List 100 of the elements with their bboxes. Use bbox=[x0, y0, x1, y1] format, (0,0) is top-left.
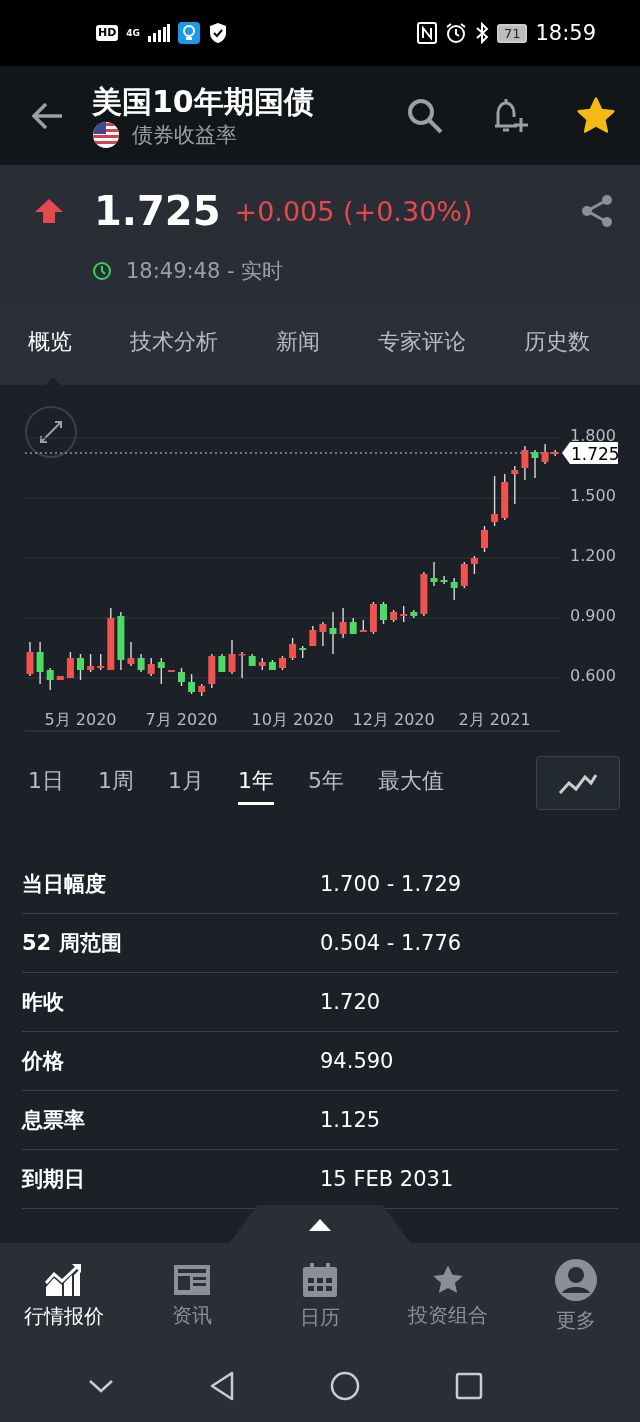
candle bbox=[26, 641, 34, 677]
candle bbox=[258, 657, 266, 671]
candle bbox=[450, 577, 458, 601]
candle bbox=[400, 605, 408, 623]
candle bbox=[248, 653, 256, 667]
expand-icon[interactable] bbox=[25, 406, 77, 458]
axis-label: 1.500 bbox=[570, 486, 616, 505]
candle bbox=[309, 625, 317, 647]
period-tab[interactable]: 1日 bbox=[28, 760, 64, 805]
hd-badge: HD bbox=[96, 25, 119, 41]
tab[interactable]: 概览 bbox=[28, 298, 72, 385]
quote-time: 18:49:48 - 实时 bbox=[126, 258, 284, 285]
candle bbox=[369, 601, 377, 635]
period-tab[interactable]: 1年 bbox=[238, 760, 274, 805]
candle bbox=[359, 619, 367, 633]
instrument-title: 美国10年期国债 bbox=[92, 82, 315, 121]
candle bbox=[430, 561, 438, 587]
stat-label: 到期日 bbox=[22, 1166, 86, 1193]
period-tab[interactable]: 1周 bbox=[98, 760, 134, 805]
axis-label: 7月 2020 bbox=[145, 710, 218, 729]
candle bbox=[238, 651, 246, 679]
nav-item[interactable]: 资讯 bbox=[128, 1264, 256, 1329]
chart-up-icon bbox=[44, 1263, 84, 1297]
tab[interactable]: 历史数 bbox=[524, 298, 590, 385]
price-tag: 1.725 bbox=[562, 442, 620, 464]
battery-indicator: 71 bbox=[496, 23, 528, 43]
candle bbox=[268, 659, 276, 671]
stat-label: 息票率 bbox=[22, 1107, 86, 1134]
ref-line-label: 1.725 bbox=[571, 444, 620, 464]
candle bbox=[188, 673, 196, 695]
period-tab[interactable]: 最大值 bbox=[378, 760, 444, 805]
last-price: 1.725 bbox=[94, 188, 221, 234]
home-icon[interactable] bbox=[329, 1371, 360, 1401]
stat-value: 0.504 - 1.776 bbox=[320, 931, 462, 955]
clock-icon bbox=[92, 261, 112, 281]
stat-label: 52 周范围 bbox=[22, 930, 123, 957]
candle bbox=[117, 611, 125, 671]
candle bbox=[541, 443, 549, 465]
share-icon[interactable] bbox=[580, 194, 614, 228]
nav-item[interactable]: 投资组合 bbox=[384, 1264, 512, 1329]
candle bbox=[319, 621, 327, 647]
candle bbox=[390, 609, 398, 623]
star-icon bbox=[431, 1264, 465, 1296]
candle bbox=[77, 653, 84, 681]
candle bbox=[339, 607, 347, 639]
axis-label: 0.900 bbox=[570, 606, 616, 625]
nav-item[interactable]: 日历 bbox=[256, 1262, 384, 1331]
stat-value: 1.720 bbox=[320, 990, 381, 1014]
candle bbox=[380, 601, 387, 625]
chevron-down-icon[interactable] bbox=[87, 1378, 114, 1394]
candle bbox=[97, 653, 105, 671]
instrument-type: 债券收益率 bbox=[132, 121, 237, 149]
candle bbox=[66, 651, 74, 679]
stat-label: 价格 bbox=[22, 1048, 65, 1075]
clock-time: 18:59 bbox=[535, 21, 596, 45]
candle bbox=[178, 667, 185, 687]
candle bbox=[107, 607, 115, 671]
tab[interactable]: 技术分析 bbox=[130, 298, 218, 385]
stat-value: 1.125 bbox=[320, 1108, 381, 1132]
candle bbox=[137, 653, 145, 673]
recents-icon[interactable] bbox=[454, 1372, 483, 1400]
candle bbox=[147, 657, 155, 677]
favorite-star-icon[interactable] bbox=[576, 96, 616, 135]
candle bbox=[167, 669, 175, 673]
calendar-icon bbox=[302, 1262, 338, 1298]
candle bbox=[87, 653, 95, 673]
axis-label: 1.800 bbox=[570, 426, 616, 445]
candle bbox=[36, 641, 44, 685]
candle bbox=[410, 609, 418, 619]
candle bbox=[228, 639, 236, 675]
price-change: +0.005 (+0.30%) bbox=[234, 195, 473, 227]
tab[interactable]: 专家评论 bbox=[378, 298, 466, 385]
alarm-icon bbox=[444, 22, 467, 44]
candle bbox=[521, 445, 529, 481]
candle bbox=[198, 683, 206, 697]
candle bbox=[349, 617, 357, 635]
candle bbox=[440, 575, 448, 585]
candle bbox=[208, 653, 216, 689]
axis-label: 12月 2020 bbox=[352, 710, 435, 729]
stat-value: 1.700 - 1.729 bbox=[320, 872, 462, 896]
search-icon[interactable] bbox=[406, 96, 444, 135]
bluetooth-icon bbox=[474, 22, 489, 44]
back-icon[interactable] bbox=[208, 1371, 235, 1401]
back-arrow-icon[interactable] bbox=[30, 100, 64, 131]
lightbulb-app-icon bbox=[178, 22, 200, 44]
stat-label: 昨收 bbox=[22, 989, 65, 1016]
tab[interactable]: 新闻 bbox=[276, 298, 320, 385]
period-tab[interactable]: 5年 bbox=[308, 760, 344, 805]
candle bbox=[551, 449, 559, 457]
candle bbox=[46, 667, 54, 691]
candle bbox=[218, 653, 226, 673]
axis-label: 0.600 bbox=[570, 666, 616, 685]
axis-label: 5月 2020 bbox=[44, 710, 117, 729]
candle bbox=[299, 645, 307, 659]
nav-item[interactable]: 更多 bbox=[512, 1259, 640, 1334]
nav-item[interactable]: 行情报价 bbox=[0, 1263, 128, 1330]
axis-label: 2月 2021 bbox=[458, 710, 531, 729]
chart-type-button[interactable] bbox=[536, 755, 620, 810]
stat-value: 15 FEB 2031 bbox=[320, 1167, 454, 1191]
period-tab[interactable]: 1月 bbox=[168, 760, 204, 805]
